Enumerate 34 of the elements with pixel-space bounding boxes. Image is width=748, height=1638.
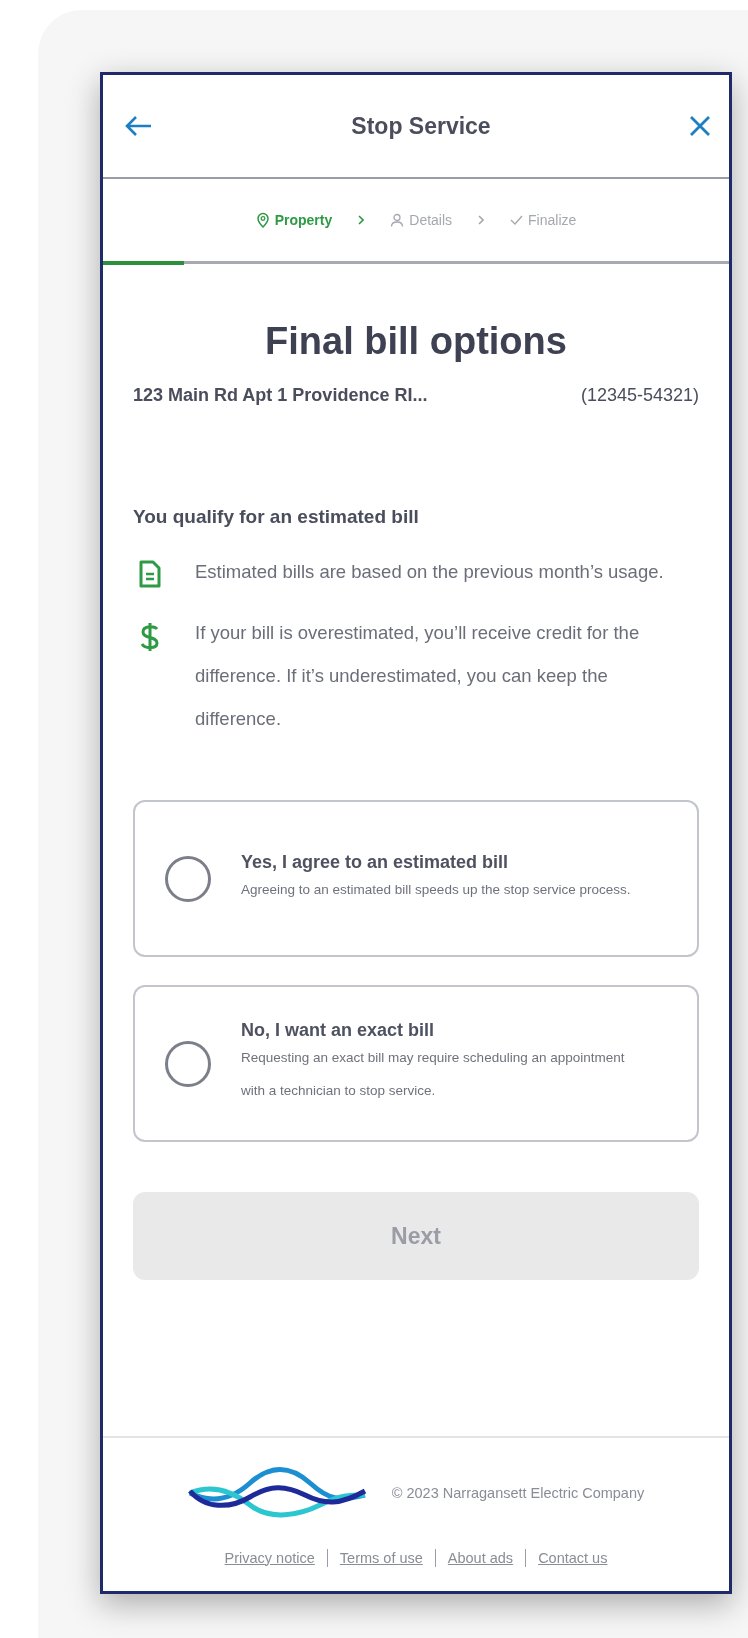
step-tab[interactable]: Property [255, 212, 333, 228]
option-title: Yes, I agree to an estimated bill [241, 851, 510, 873]
close-button[interactable] [689, 115, 711, 137]
page-heading: Final bill options [264, 320, 568, 363]
option-card[interactable]: Yes, I agree to an estimated bill Agreeing to an estimated bill speeds up the stop service process. [133, 800, 699, 957]
info-text: Estimated bills are based on the previous month’s usage. [195, 560, 664, 584]
section-title: You qualify for an estimated bill [133, 506, 420, 528]
chevron-icon [478, 215, 485, 225]
service-address: 123 Main Rd Apt 1 Providence RI... [133, 385, 428, 406]
option-description: Requesting an exact bill may require scheduling an appointment with a technician to stop service. [241, 1049, 626, 1100]
account-number: (12345-54321) [580, 385, 699, 406]
back-button[interactable] [125, 115, 153, 137]
dollar-icon [139, 621, 161, 653]
info-text: If your bill is overestimated, you’ll receive credit for the difference. If it’s underestimated, you can keep the difference. [195, 621, 641, 731]
footer-link[interactable]: Terms of use [339, 1549, 423, 1566]
window-title: Stop Service [351, 112, 491, 140]
close-icon [689, 115, 711, 137]
chevron-icon [358, 215, 365, 225]
checkmark-icon [510, 215, 524, 225]
document-icon [139, 560, 161, 588]
person-icon [390, 213, 405, 227]
option-description: Agreeing to an estimated bill speeds up the stop service process. [241, 880, 631, 899]
footer-link[interactable]: Privacy notice [224, 1549, 315, 1566]
radio-button[interactable] [165, 1040, 211, 1087]
radio-button[interactable] [165, 855, 211, 902]
back-arrow-icon [125, 115, 153, 137]
step-tab[interactable]: Finalize [510, 212, 577, 228]
footer-link[interactable]: About ads [447, 1549, 514, 1566]
copyright-text: © 2023 Narragansett Electric Company [391, 1484, 645, 1501]
footer-link[interactable]: Contact us [538, 1549, 608, 1566]
option-card[interactable]: No, I want an exact bill Requesting an exact bill may require scheduling an appointment with a technician to stop service. [133, 985, 699, 1142]
step-tab[interactable]: Details [390, 212, 453, 228]
location-pin-icon [255, 212, 270, 228]
option-title: No, I want an exact bill [241, 1020, 436, 1041]
